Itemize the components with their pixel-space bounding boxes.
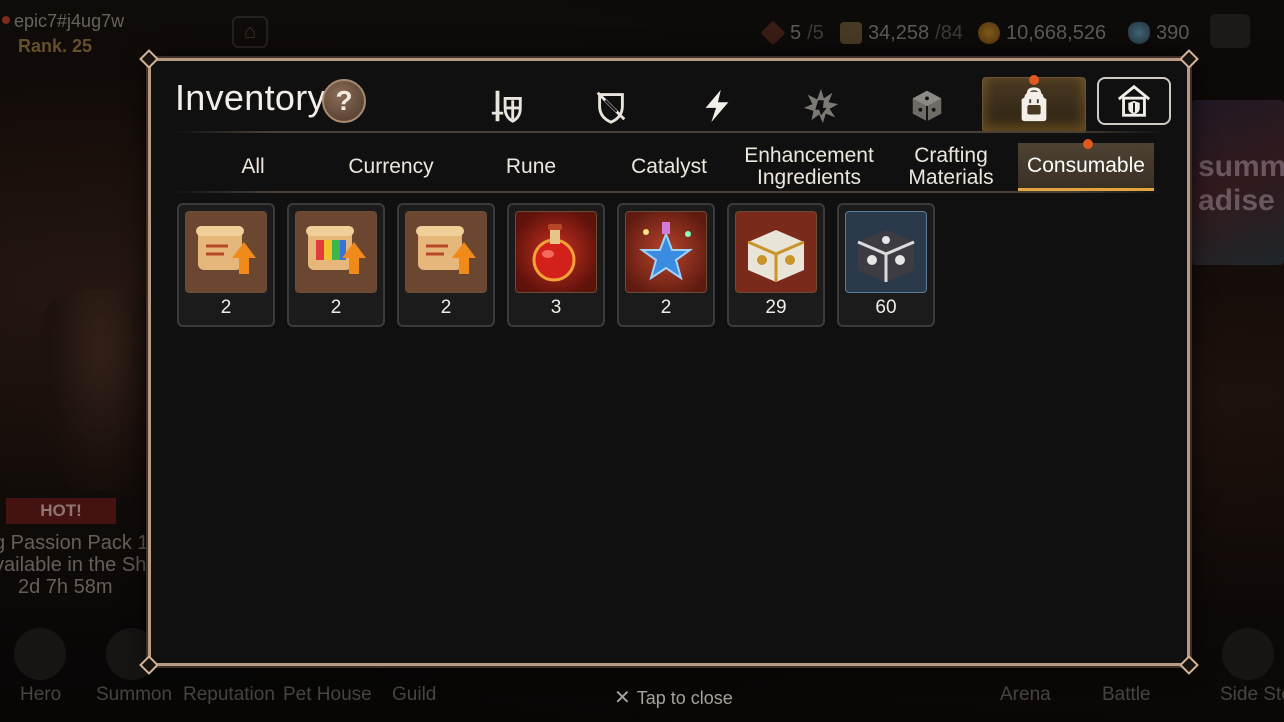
subtab-consumable[interactable]: Consumable: [1018, 143, 1154, 191]
item-slot[interactable]: 3: [507, 203, 605, 327]
item-grid: 2 2 2 3 2 29 60: [177, 203, 935, 327]
subtab-catalyst[interactable]: Catalyst: [607, 143, 731, 191]
tab-artifact[interactable]: [581, 77, 641, 135]
tab-consumable-category[interactable]: [982, 77, 1086, 133]
subtab-currency[interactable]: Currency: [329, 143, 453, 191]
gold-chest-icon: [735, 211, 817, 293]
tab-misc[interactable]: [897, 77, 957, 135]
inventory-panel: Inventory ? All Currency Rune Catalyst E…: [139, 49, 1199, 675]
house-icon: [1117, 84, 1151, 117]
burst-icon: [803, 88, 839, 124]
inventory-title: Inventory: [175, 77, 326, 118]
close-icon: ✕: [614, 687, 631, 709]
item-count: 2: [330, 297, 342, 318]
notification-dot: [1083, 139, 1093, 149]
item-count: 2: [220, 297, 232, 318]
cube-icon: [912, 90, 942, 122]
subtab-crafting-materials[interactable]: Crafting Materials: [885, 143, 1017, 191]
item-count: 2: [440, 297, 452, 318]
subtab-enhancement-ingredients[interactable]: Enhancement Ingredients: [737, 143, 881, 191]
item-count: 3: [550, 297, 562, 318]
tab-storage[interactable]: [1097, 77, 1171, 125]
rainbow-scroll-upgrade-icon: [295, 211, 377, 293]
item-slot[interactable]: 60: [837, 203, 935, 327]
subtab-rune[interactable]: Rune: [469, 143, 593, 191]
tap-to-close[interactable]: ✕ Tap to close: [614, 685, 733, 710]
broken-shield-icon: [596, 91, 626, 124]
item-count: 29: [765, 297, 787, 318]
backpack-icon: [1021, 87, 1047, 122]
tab-skill[interactable]: [687, 77, 747, 135]
item-count: 60: [875, 297, 897, 318]
divider: [171, 131, 1167, 133]
notification-dot: [1029, 75, 1039, 85]
item-slot[interactable]: 29: [727, 203, 825, 327]
lightning-icon: [705, 89, 729, 123]
item-count: 2: [660, 297, 672, 318]
item-slot[interactable]: 2: [617, 203, 715, 327]
tab-material[interactable]: [791, 77, 851, 135]
red-potion-icon: [515, 211, 597, 293]
silver-chest-icon: [845, 211, 927, 293]
item-slot[interactable]: 2: [397, 203, 495, 327]
tab-equipment[interactable]: [477, 77, 537, 135]
help-button[interactable]: ?: [322, 79, 366, 123]
scroll-upgrade-icon: [185, 211, 267, 293]
item-slot[interactable]: 2: [177, 203, 275, 327]
divider: [171, 191, 1167, 193]
star-potion-icon: [625, 211, 707, 293]
subtab-all[interactable]: All: [191, 143, 315, 191]
scroll-upgrade-icon: [405, 211, 487, 293]
tap-to-close-label: Tap to close: [636, 688, 733, 708]
sword-shield-icon: [491, 90, 522, 123]
item-slot[interactable]: 2: [287, 203, 385, 327]
